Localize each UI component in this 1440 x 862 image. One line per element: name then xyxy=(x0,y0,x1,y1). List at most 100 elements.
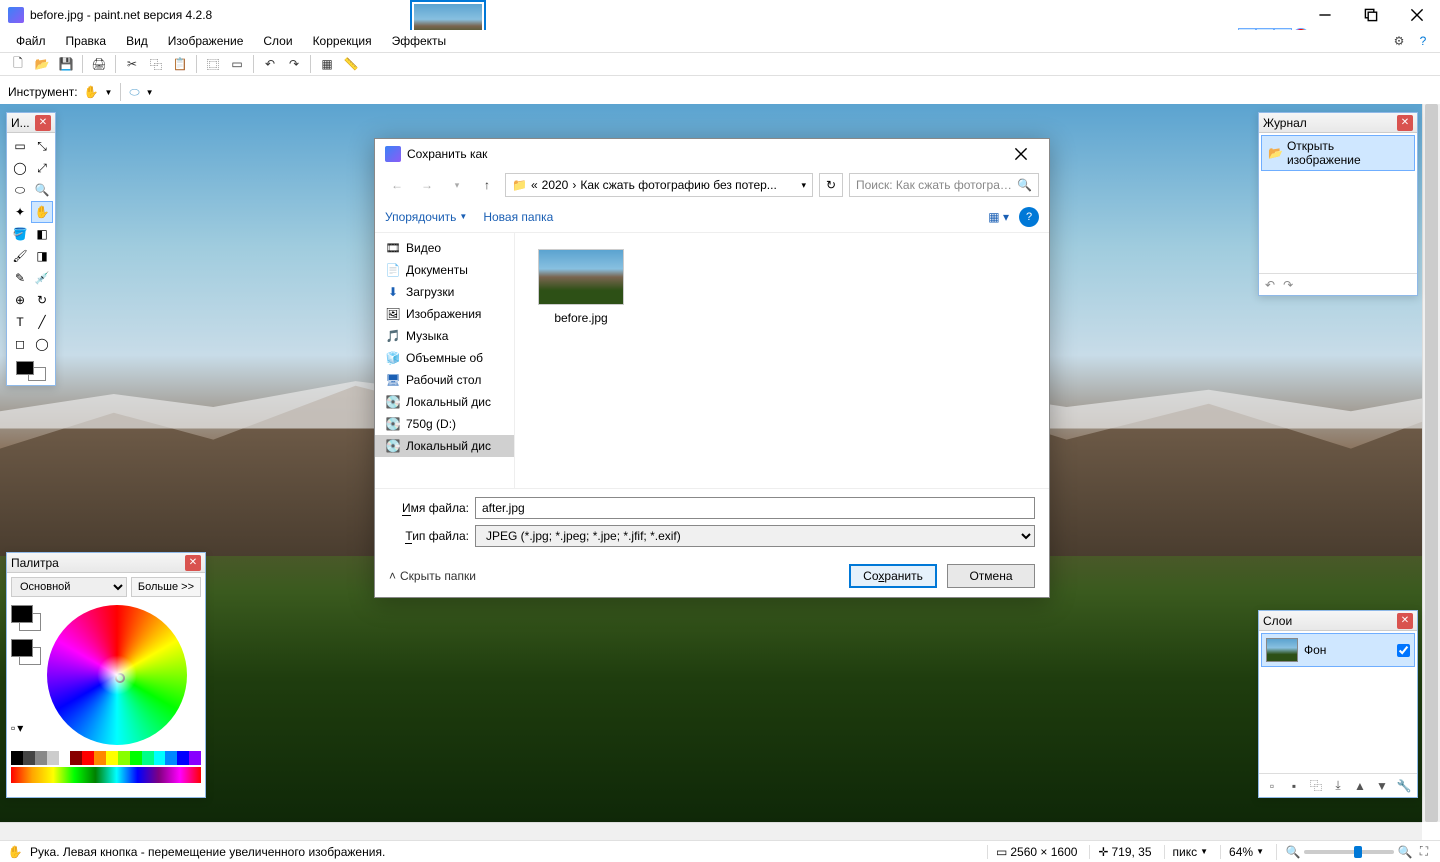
status-zoom[interactable]: 64% ▼ xyxy=(1220,845,1264,859)
shape-icon[interactable]: ⬭ xyxy=(129,85,139,100)
tree-item-localdisk[interactable]: 💽Локальный дис xyxy=(375,391,514,413)
zoom-out-button[interactable]: 🔍 xyxy=(1285,844,1301,860)
cut-icon[interactable]: ✂ xyxy=(122,54,142,74)
primary-color[interactable] xyxy=(11,605,33,623)
menu-edit[interactable]: Правка xyxy=(56,31,117,51)
wand-tool[interactable]: ✦ xyxy=(9,201,31,223)
dialog-help-button[interactable]: ? xyxy=(1019,207,1039,227)
menu-effects[interactable]: Эффекты xyxy=(382,31,457,51)
layer-visibility-checkbox[interactable] xyxy=(1397,644,1410,657)
maximize-button[interactable] xyxy=(1348,0,1394,30)
clone-tool[interactable]: ⊕ xyxy=(9,289,31,311)
redo-icon[interactable]: ↷ xyxy=(284,54,304,74)
tree-item-video[interactable]: 🎞Видео xyxy=(375,237,514,259)
open-icon[interactable]: 📂 xyxy=(32,54,52,74)
filetype-select[interactable]: JPEG (*.jpg; *.jpeg; *.jpe; *.jfif; *.ex… xyxy=(475,525,1035,547)
move-down-icon[interactable]: ▼ xyxy=(1373,777,1391,795)
menu-view[interactable]: Вид xyxy=(116,31,158,51)
folder-tree[interactable]: 🎞Видео 📄Документы ⬇Загрузки 🖼Изображения… xyxy=(375,233,515,488)
primary-color[interactable] xyxy=(11,639,33,657)
save-button[interactable]: Сохранить xyxy=(849,564,937,588)
fit-window-button[interactable]: ⛶ xyxy=(1416,844,1432,860)
menu-adjustments[interactable]: Коррекция xyxy=(303,31,382,51)
palette-panel-header[interactable]: Палитра ✕ xyxy=(7,553,205,573)
undo-icon[interactable]: ↶ xyxy=(1265,278,1275,292)
picker-tool[interactable]: 💉 xyxy=(31,267,53,289)
eraser-tool[interactable]: ◨ xyxy=(31,245,53,267)
shapes2-tool[interactable]: ◯ xyxy=(31,333,53,355)
chevron-down-icon[interactable]: ▾ xyxy=(801,180,806,191)
organize-button[interactable]: Упорядочить ▼ xyxy=(385,210,467,224)
dialog-titlebar[interactable]: Сохранить как xyxy=(375,139,1049,169)
new-folder-button[interactable]: Новая папка xyxy=(483,210,553,224)
lasso-tool[interactable]: ◯ xyxy=(9,157,31,179)
menu-image[interactable]: Изображение xyxy=(158,31,254,51)
properties-icon[interactable]: 🔧 xyxy=(1395,777,1413,795)
deselect-icon[interactable]: ▭ xyxy=(227,54,247,74)
merge-down-icon[interactable]: ⤓ xyxy=(1329,777,1347,795)
ellipse-select-tool[interactable]: ⬭ xyxy=(9,179,31,201)
breadcrumb-item[interactable]: 2020 xyxy=(542,178,569,192)
breadcrumb-item[interactable]: Как сжать фотографию без потер... xyxy=(580,178,776,192)
dropdown-arrow-icon[interactable]: ▼ xyxy=(105,88,113,97)
scrollbar-thumb[interactable] xyxy=(1425,104,1438,822)
filename-input[interactable] xyxy=(475,497,1035,519)
move-selection-tool[interactable]: ⤢ xyxy=(31,157,53,179)
color-pair-1[interactable] xyxy=(11,605,41,631)
hue-strip[interactable] xyxy=(11,767,201,783)
layers-panel-close[interactable]: ✕ xyxy=(1397,613,1413,629)
color-mode-select[interactable]: Основной xyxy=(11,577,127,597)
history-panel-close[interactable]: ✕ xyxy=(1397,115,1413,131)
swatch-row[interactable] xyxy=(11,751,201,765)
zoom-tool[interactable]: 🔍 xyxy=(31,179,53,201)
color-pair-2[interactable] xyxy=(11,639,41,665)
palette-panel-close[interactable]: ✕ xyxy=(185,555,201,571)
status-units[interactable]: пикс ▼ xyxy=(1164,845,1209,859)
view-mode-icon[interactable]: ▦ ▾ xyxy=(988,210,1009,224)
tree-item-music[interactable]: 🎵Музыка xyxy=(375,325,514,347)
file-list[interactable]: before.jpg xyxy=(515,233,1049,488)
rect-select-tool[interactable]: ▭ xyxy=(9,135,31,157)
redo-icon[interactable]: ↷ xyxy=(1283,278,1293,292)
add-layer-icon[interactable]: ▫ xyxy=(1263,777,1281,795)
gradient-tool[interactable]: ◧ xyxy=(31,223,53,245)
grid-icon[interactable]: ▦ xyxy=(317,54,337,74)
palette-menu-icon[interactable]: ▾ xyxy=(17,721,23,735)
undo-icon[interactable]: ↶ xyxy=(260,54,280,74)
tree-item-images[interactable]: 🖼Изображения xyxy=(375,303,514,325)
history-item[interactable]: 📂 Открыть изображение xyxy=(1261,135,1415,171)
minimize-button[interactable] xyxy=(1302,0,1348,30)
color-picker-ring[interactable] xyxy=(115,673,125,683)
dialog-close-button[interactable] xyxy=(1003,142,1039,166)
shapes-tool[interactable]: ◻ xyxy=(9,333,31,355)
new-icon[interactable]: 🗋 xyxy=(8,54,28,74)
paste-icon[interactable]: 📋 xyxy=(170,54,190,74)
tree-item-documents[interactable]: 📄Документы xyxy=(375,259,514,281)
zoom-slider-thumb[interactable] xyxy=(1354,846,1362,858)
file-item[interactable]: before.jpg xyxy=(531,249,631,325)
horizontal-scrollbar[interactable] xyxy=(0,822,1422,840)
help-icon[interactable]: ? xyxy=(1414,32,1432,50)
ruler-icon[interactable]: 📏 xyxy=(341,54,361,74)
nav-recent-button[interactable]: ▾ xyxy=(445,173,469,197)
zoom-in-button[interactable]: 🔍 xyxy=(1397,844,1413,860)
brush-tool[interactable]: 🖌 xyxy=(9,245,31,267)
duplicate-layer-icon[interactable]: ⿻ xyxy=(1307,777,1325,795)
vertical-scrollbar[interactable] xyxy=(1422,104,1440,822)
search-field[interactable]: Поиск: Как сжать фотограф... 🔍 xyxy=(849,173,1039,197)
copy-icon[interactable]: ⿻ xyxy=(146,54,166,74)
hand-tool-icon[interactable]: ✋ xyxy=(84,85,99,99)
nav-forward-button[interactable]: → xyxy=(415,173,439,197)
delete-layer-icon[interactable]: ▪ xyxy=(1285,777,1303,795)
move-tool[interactable]: ⤡ xyxy=(31,135,53,157)
cancel-button[interactable]: Отмена xyxy=(947,564,1035,588)
tool-colors[interactable] xyxy=(16,361,46,381)
more-button[interactable]: Больше >> xyxy=(131,577,201,597)
layer-row[interactable]: Фон xyxy=(1261,633,1415,667)
breadcrumb[interactable]: 📁 « 2020 › Как сжать фотографию без поте… xyxy=(505,173,813,197)
color-wheel[interactable] xyxy=(47,605,187,745)
add-swatch-icon[interactable]: ▫ xyxy=(11,721,15,735)
history-panel-header[interactable]: Журнал ✕ xyxy=(1259,113,1417,133)
crop-icon[interactable]: ⿴ xyxy=(203,54,223,74)
recolor-tool[interactable]: ↻ xyxy=(31,289,53,311)
